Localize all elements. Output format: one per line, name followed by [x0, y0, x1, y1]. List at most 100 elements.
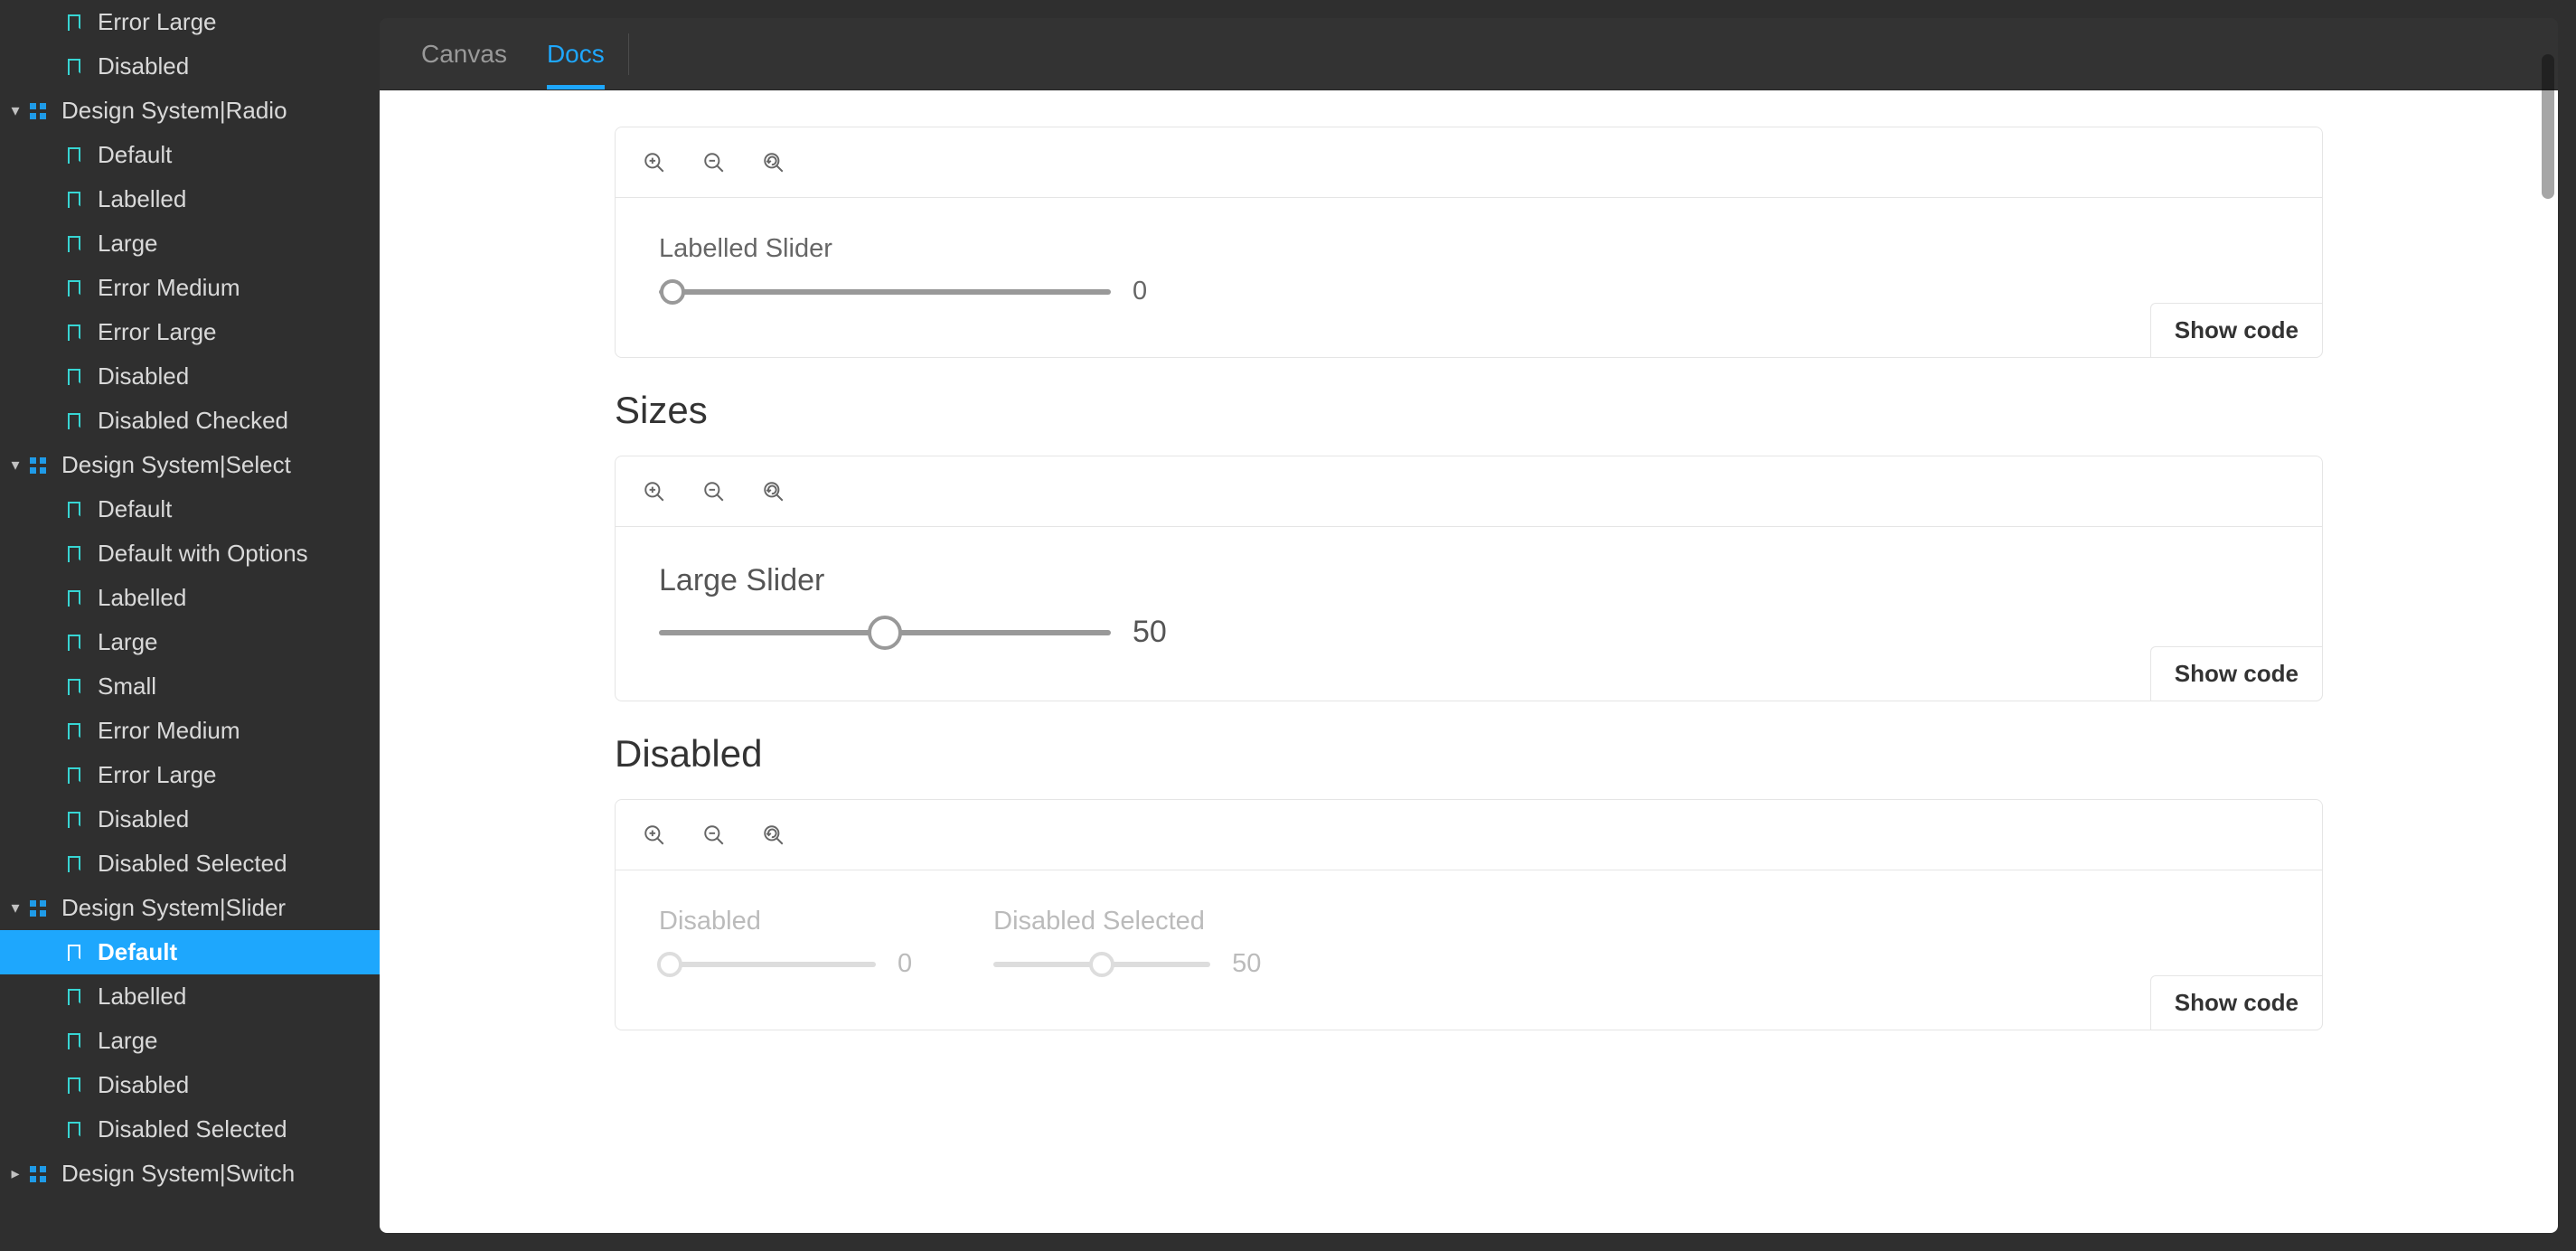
component-icon: [27, 900, 49, 917]
bookmark-icon: [63, 767, 85, 784]
component-icon: [27, 103, 49, 119]
sidebar-group[interactable]: Design System|Switch: [0, 1152, 380, 1196]
sidebar-item-label: Default: [98, 141, 380, 169]
zoom-out-icon[interactable]: [700, 149, 728, 176]
show-code-label: Show code: [2175, 316, 2299, 343]
sidebar-story[interactable]: Default: [0, 930, 380, 974]
zoom-reset-icon[interactable]: [760, 478, 787, 505]
chevron-down-icon[interactable]: [7, 456, 24, 475]
sidebar-item-label: Small: [98, 673, 380, 701]
slider-label: Disabled Selected: [993, 907, 1261, 936]
sidebar-story[interactable]: Disabled Checked: [0, 399, 380, 443]
slider-track: [993, 962, 1210, 967]
scrollbar[interactable]: [2542, 54, 2554, 199]
sidebar-item-label: Disabled: [98, 805, 380, 833]
show-code-button[interactable]: Show code: [2150, 646, 2323, 701]
show-code-label: Show code: [2175, 660, 2299, 687]
preview-card-sizes: Large Slider 50 Show code: [615, 456, 2323, 701]
sidebar-group[interactable]: Design System|Select: [0, 443, 380, 487]
tab-separator: [628, 33, 629, 75]
bookmark-icon: [63, 989, 85, 1005]
sidebar-item-label: Default: [98, 938, 380, 966]
main-inner: Canvas Docs: [380, 18, 2558, 1233]
bookmark-icon: [63, 325, 85, 341]
sidebar-group[interactable]: Design System|Radio: [0, 89, 380, 133]
tab-docs[interactable]: Docs: [527, 18, 625, 89]
slider-large: Large Slider 50: [659, 563, 1167, 650]
zoom-out-icon[interactable]: [700, 822, 728, 849]
bookmark-icon: [63, 723, 85, 739]
sidebar-story[interactable]: Disabled: [0, 1063, 380, 1107]
sidebar-item-label: Disabled Checked: [98, 407, 380, 435]
slider-label: Disabled: [659, 907, 912, 936]
sidebar-story[interactable]: Large: [0, 620, 380, 664]
slider-thumb: [1089, 952, 1114, 977]
tab-docs-label: Docs: [547, 40, 605, 69]
sidebar-story[interactable]: Default: [0, 487, 380, 531]
zoom-reset-icon[interactable]: [760, 822, 787, 849]
slider-disabled-selected: Disabled Selected 50: [993, 907, 1261, 979]
sidebar-item-label: Error Large: [98, 318, 380, 346]
chevron-down-icon[interactable]: [7, 101, 24, 120]
tab-canvas[interactable]: Canvas: [401, 18, 527, 89]
component-icon: [27, 1166, 49, 1182]
slider-track[interactable]: [659, 289, 1111, 295]
sidebar-story[interactable]: Labelled: [0, 576, 380, 620]
sidebar-story[interactable]: Large: [0, 1019, 380, 1063]
sidebar-story[interactable]: Default with Options: [0, 531, 380, 576]
sidebar-story[interactable]: Disabled: [0, 44, 380, 89]
bookmark-icon: [63, 679, 85, 695]
show-code-label: Show code: [2175, 989, 2299, 1016]
preview-toolbar: [616, 800, 2322, 870]
show-code-button[interactable]: Show code: [2150, 303, 2323, 358]
slider-row: 0: [659, 949, 912, 979]
preview-card-disabled: Disabled 0 Disabled Selected: [615, 799, 2323, 1030]
sidebar-story[interactable]: Large: [0, 221, 380, 266]
sidebar-story[interactable]: Error Medium: [0, 266, 380, 310]
sidebar-story[interactable]: Small: [0, 664, 380, 709]
bookmark-icon: [63, 1077, 85, 1094]
sidebar-story[interactable]: Disabled Selected: [0, 842, 380, 886]
preview-toolbar: [616, 127, 2322, 198]
sidebar-item-label: Error Medium: [98, 717, 380, 745]
bookmark-icon: [63, 812, 85, 828]
zoom-in-icon[interactable]: [641, 149, 668, 176]
bookmark-icon: [63, 502, 85, 518]
slider-label: Labelled Slider: [659, 234, 1147, 264]
sidebar-item-label: Design System|Switch: [61, 1160, 380, 1188]
slider-disabled: Disabled 0: [659, 907, 912, 979]
sidebar-item-label: Default: [98, 495, 380, 523]
bookmark-icon: [63, 635, 85, 651]
sidebar-story[interactable]: Error Large: [0, 0, 380, 44]
slider-thumb[interactable]: [660, 279, 685, 305]
bookmark-icon: [63, 14, 85, 31]
chevron-right-icon[interactable]: [7, 1164, 24, 1183]
sidebar-story[interactable]: Labelled: [0, 974, 380, 1019]
show-code-button[interactable]: Show code: [2150, 975, 2323, 1030]
bookmark-icon: [63, 369, 85, 385]
slider-track[interactable]: [659, 630, 1111, 635]
zoom-out-icon[interactable]: [700, 478, 728, 505]
sidebar-story[interactable]: Error Large: [0, 310, 380, 354]
sidebar-story[interactable]: Disabled: [0, 797, 380, 842]
sidebar-story[interactable]: Disabled Selected: [0, 1107, 380, 1152]
zoom-reset-icon[interactable]: [760, 149, 787, 176]
sidebar-story[interactable]: Disabled: [0, 354, 380, 399]
section-heading-sizes: Sizes: [615, 389, 2323, 432]
zoom-in-icon[interactable]: [641, 822, 668, 849]
bookmark-icon: [63, 59, 85, 75]
slider-value: 0: [898, 949, 912, 979]
slider-label: Large Slider: [659, 563, 1167, 598]
preview-card-labelled: Labelled Slider 0 Show code: [615, 127, 2323, 358]
sidebar-story[interactable]: Error Large: [0, 753, 380, 797]
sidebar-story[interactable]: Error Medium: [0, 709, 380, 753]
slider-thumb[interactable]: [868, 616, 902, 650]
sidebar-item-label: Error Large: [98, 761, 380, 789]
chevron-down-icon[interactable]: [7, 898, 24, 917]
sidebar-group[interactable]: Design System|Slider: [0, 886, 380, 930]
sidebar-story[interactable]: Default: [0, 133, 380, 177]
zoom-in-icon[interactable]: [641, 478, 668, 505]
sidebar-item-label: Labelled: [98, 983, 380, 1011]
sidebar-item-label: Large: [98, 628, 380, 656]
sidebar-story[interactable]: Labelled: [0, 177, 380, 221]
